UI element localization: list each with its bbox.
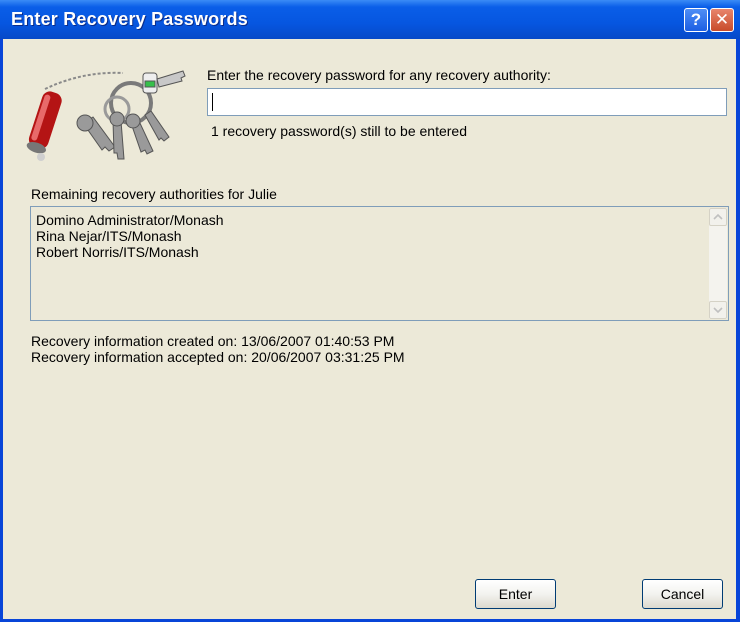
text-caret: [212, 93, 213, 111]
scroll-up-button[interactable]: [709, 208, 727, 226]
scroll-down-arrow-icon: [713, 307, 723, 314]
help-button[interactable]: ?: [684, 8, 708, 32]
cancel-button[interactable]: Cancel: [642, 579, 723, 609]
authorities-list[interactable]: Domino Administrator/Monash Rina Nejar/I…: [30, 206, 729, 321]
list-scrollbar[interactable]: [709, 208, 727, 319]
keyring-flashlight-icon: [26, 70, 186, 161]
close-button[interactable]: ✕: [710, 8, 734, 32]
list-item[interactable]: Domino Administrator/Monash: [36, 212, 224, 228]
list-item[interactable]: Rina Nejar/ITS/Monash: [36, 228, 224, 244]
dialog-body: Enter the recovery password for any reco…: [3, 39, 736, 619]
list-item[interactable]: Robert Norris/ITS/Monash: [36, 244, 224, 260]
created-info-text: Recovery information created on: 13/06/2…: [31, 333, 395, 349]
dialog-window: Enter Recovery Passwords ? ✕ Enter the r…: [0, 0, 740, 622]
scroll-down-button[interactable]: [709, 301, 727, 319]
remaining-passwords-text: 1 recovery password(s) still to be enter…: [211, 123, 467, 139]
password-prompt-label: Enter the recovery password for any reco…: [207, 67, 551, 83]
authorities-label: Remaining recovery authorities for Julie: [31, 186, 277, 202]
enter-button[interactable]: Enter: [475, 579, 556, 609]
authorities-items: Domino Administrator/Monash Rina Nejar/I…: [36, 212, 224, 260]
help-icon: ?: [690, 10, 702, 29]
recovery-password-input[interactable]: [207, 88, 727, 116]
close-icon: ✕: [714, 10, 730, 29]
accepted-info-text: Recovery information accepted on: 20/06/…: [31, 349, 405, 365]
scroll-up-arrow-icon: [713, 213, 723, 220]
window-title: Enter Recovery Passwords: [11, 9, 248, 29]
title-bar[interactable]: Enter Recovery Passwords ? ✕: [0, 0, 740, 39]
